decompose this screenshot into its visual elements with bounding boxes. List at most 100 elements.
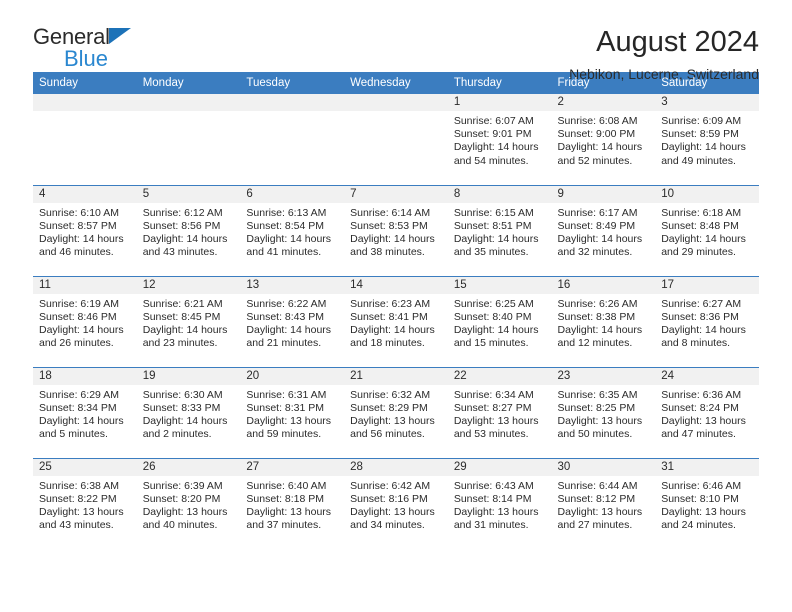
day-number: 23 [551, 367, 656, 385]
daylight-text-line2: and 49 minutes. [661, 154, 736, 167]
sunset-text: Sunset: 8:43 PM [246, 310, 325, 323]
sunset-text: Sunset: 8:36 PM [661, 310, 739, 323]
calendar-day-cell[interactable]: 18 Sunrise: 6:29 AM Sunset: 8:34 PM Dayligh… [33, 366, 137, 458]
sunset-text: Sunset: 8:46 PM [39, 310, 117, 323]
weekday-header-sunday: Sunday [33, 72, 137, 94]
calendar-day-cell[interactable]: 14 Sunrise: 6:23 AM Sunset: 8:41 PM Dayligh… [344, 275, 448, 367]
day-cell-content: 6 Sunrise: 6:13 AM Sunset: 8:54 PM Daylight… [240, 185, 345, 276]
calendar-day-cell[interactable]: 21 Sunrise: 6:32 AM Sunset: 8:29 PM Dayligh… [344, 366, 448, 458]
day-cell-content: 12 Sunrise: 6:21 AM Sunset: 8:45 PM Dayligh… [136, 276, 241, 367]
calendar-day-cell[interactable]: 6 Sunrise: 6:13 AM Sunset: 8:54 PM Daylight… [240, 184, 345, 276]
calendar-day-cell[interactable]: 19 Sunrise: 6:30 AM Sunset: 8:33 PM Dayligh… [136, 366, 241, 458]
calendar-day-cell[interactable]: 16 Sunrise: 6:26 AM Sunset: 8:38 PM Dayligh… [551, 275, 656, 367]
daylight-text-line2: and 59 minutes. [246, 428, 322, 441]
calendar-day-cell[interactable]: 12 Sunrise: 6:21 AM Sunset: 8:45 PM Dayligh… [136, 275, 241, 367]
calendar-day-cell[interactable]: 17 Sunrise: 6:27 AM Sunset: 8:36 PM Dayligh… [655, 275, 759, 367]
day-number [240, 94, 345, 111]
sun-info: Sunrise: 6:43 AM Sunset: 8:14 PM Daylight:… [448, 476, 552, 533]
calendar-day-cell[interactable]: 10 Sunrise: 6:18 AM Sunset: 8:48 PM Dayligh… [655, 184, 759, 276]
calendar-day-cell[interactable] [33, 94, 137, 185]
day-cell-content: 24 Sunrise: 6:36 AM Sunset: 8:24 PM Dayligh… [655, 367, 759, 458]
sunrise-text: Sunrise: 6:14 AM [350, 206, 431, 219]
daylight-text-line1: Daylight: 14 hours [661, 323, 746, 336]
day-number: 24 [655, 367, 759, 385]
calendar-day-cell[interactable]: 27 Sunrise: 6:40 AM Sunset: 8:18 PM Dayligh… [240, 457, 345, 549]
calendar-day-cell[interactable]: 25 Sunrise: 6:38 AM Sunset: 8:22 PM Dayligh… [33, 457, 137, 549]
calendar-day-cell[interactable] [344, 94, 448, 185]
sunset-text: Sunset: 8:14 PM [453, 492, 532, 505]
day-number: 7 [344, 185, 448, 203]
sun-info: Sunrise: 6:09 AM Sunset: 8:59 PM Daylight:… [655, 111, 759, 168]
day-cell-content: 16 Sunrise: 6:26 AM Sunset: 8:38 PM Dayligh… [551, 276, 656, 367]
calendar-day-cell[interactable]: 2 Sunrise: 6:08 AM Sunset: 9:00 PM Daylight… [551, 94, 656, 185]
day-cell-content: 18 Sunrise: 6:29 AM Sunset: 8:34 PM Dayligh… [33, 367, 137, 458]
calendar-day-cell[interactable]: 8 Sunrise: 6:15 AM Sunset: 8:51 PM Daylight… [447, 184, 552, 276]
daylight-text-line2: and 12 minutes. [557, 337, 633, 350]
sunrise-text: Sunrise: 6:18 AM [661, 206, 742, 219]
day-number: 5 [136, 185, 241, 203]
day-number [33, 94, 137, 111]
daylight-text-line1: Daylight: 14 hours [142, 323, 228, 336]
day-number: 16 [551, 276, 656, 294]
sun-info: Sunrise: 6:35 AM Sunset: 8:25 PM Daylight:… [552, 385, 656, 442]
calendar-day-cell[interactable]: 1 Sunrise: 6:07 AM Sunset: 9:01 PM Daylight… [447, 94, 552, 185]
day-cell-content: 26 Sunrise: 6:39 AM Sunset: 8:20 PM Dayligh… [136, 458, 241, 550]
day-number: 31 [655, 458, 759, 476]
daylight-text-line1: Daylight: 14 hours [246, 232, 332, 245]
sunset-text: Sunset: 8:56 PM [142, 219, 221, 232]
sunset-text: Sunset: 8:51 PM [453, 219, 532, 232]
calendar-day-cell[interactable]: 30 Sunrise: 6:44 AM Sunset: 8:12 PM Dayligh… [551, 457, 656, 549]
sunrise-text: Sunrise: 6:23 AM [350, 297, 431, 310]
sunset-text: Sunset: 8:45 PM [142, 310, 221, 323]
daylight-text-line2: and 54 minutes. [453, 154, 529, 167]
calendar-day-cell[interactable]: 20 Sunrise: 6:31 AM Sunset: 8:31 PM Dayligh… [240, 366, 345, 458]
sun-info: Sunrise: 6:38 AM Sunset: 8:22 PM Daylight:… [33, 476, 137, 533]
day-number: 28 [344, 458, 448, 476]
calendar-day-cell[interactable]: 23 Sunrise: 6:35 AM Sunset: 8:25 PM Dayligh… [551, 366, 656, 458]
calendar-day-cell[interactable] [136, 94, 241, 185]
daylight-text-line2: and 41 minutes. [246, 246, 322, 259]
day-cell-content: 22 Sunrise: 6:34 AM Sunset: 8:27 PM Dayligh… [447, 367, 552, 458]
sunrise-text: Sunrise: 6:46 AM [661, 479, 742, 492]
calendar-day-cell[interactable]: 7 Sunrise: 6:14 AM Sunset: 8:53 PM Daylight… [344, 184, 448, 276]
day-number: 27 [240, 458, 345, 476]
calendar-day-cell[interactable]: 3 Sunrise: 6:09 AM Sunset: 8:59 PM Daylight… [655, 94, 759, 185]
daylight-text-line1: Daylight: 14 hours [661, 232, 746, 245]
calendar-day-cell[interactable]: 4 Sunrise: 6:10 AM Sunset: 8:57 PM Daylight… [33, 184, 137, 276]
calendar-day-cell[interactable] [240, 94, 345, 185]
sun-info: Sunrise: 6:25 AM Sunset: 8:40 PM Daylight:… [448, 294, 552, 351]
generalblue-logo[interactable]: General Blue [33, 26, 163, 74]
calendar-day-cell[interactable]: 26 Sunrise: 6:39 AM Sunset: 8:20 PM Dayligh… [136, 457, 241, 550]
sun-info: Sunrise: 6:15 AM Sunset: 8:51 PM Daylight:… [448, 203, 552, 260]
calendar-day-cell[interactable]: 22 Sunrise: 6:34 AM Sunset: 8:27 PM Dayligh… [447, 366, 552, 458]
sunset-text: Sunset: 8:41 PM [350, 310, 428, 323]
daylight-text-line1: Daylight: 14 hours [39, 232, 124, 245]
calendar-day-cell[interactable]: 29 Sunrise: 6:43 AM Sunset: 8:14 PM Dayligh… [447, 457, 552, 549]
sunset-text: Sunset: 8:12 PM [557, 492, 636, 505]
day-number: 15 [447, 276, 552, 294]
daylight-text-line1: Daylight: 14 hours [661, 141, 746, 154]
sunset-text: Sunset: 8:49 PM [557, 219, 636, 232]
daylight-text-line1: Daylight: 14 hours [557, 323, 643, 336]
logo-triangle-icon [108, 28, 131, 44]
daylight-text-line1: Daylight: 13 hours [350, 505, 435, 518]
calendar-day-cell[interactable]: 24 Sunrise: 6:36 AM Sunset: 8:24 PM Dayligh… [655, 366, 759, 458]
calendar-day-cell[interactable]: 11 Sunrise: 6:19 AM Sunset: 8:46 PM Dayligh… [33, 275, 137, 367]
day-cell-content: 15 Sunrise: 6:25 AM Sunset: 8:40 PM Dayligh… [447, 276, 552, 367]
calendar-day-cell[interactable]: 28 Sunrise: 6:42 AM Sunset: 8:16 PM Dayligh… [344, 457, 448, 549]
title-block: August 2024 Nebikon, Lucerne, Switzerlan… [163, 26, 759, 84]
day-cell-content: 10 Sunrise: 6:18 AM Sunset: 8:48 PM Dayligh… [655, 185, 759, 276]
sunset-text: Sunset: 8:29 PM [350, 401, 428, 414]
calendar-day-cell[interactable]: 9 Sunrise: 6:17 AM Sunset: 8:49 PM Daylight… [551, 184, 656, 276]
daylight-text-line1: Daylight: 13 hours [453, 414, 539, 427]
calendar-day-cell[interactable]: 13 Sunrise: 6:22 AM Sunset: 8:43 PM Dayligh… [240, 275, 345, 367]
sunset-text: Sunset: 8:25 PM [557, 401, 636, 414]
calendar-day-cell[interactable]: 31 Sunrise: 6:46 AM Sunset: 8:10 PM Dayligh… [655, 457, 759, 549]
calendar-day-cell[interactable]: 15 Sunrise: 6:25 AM Sunset: 8:40 PM Dayligh… [447, 275, 552, 367]
sun-info: Sunrise: 6:32 AM Sunset: 8:29 PM Daylight:… [344, 385, 448, 442]
day-number: 22 [447, 367, 552, 385]
day-cell-content: 9 Sunrise: 6:17 AM Sunset: 8:49 PM Daylight… [551, 185, 656, 276]
sun-info: Sunrise: 6:26 AM Sunset: 8:38 PM Daylight:… [552, 294, 656, 351]
calendar-day-cell[interactable]: 5 Sunrise: 6:12 AM Sunset: 8:56 PM Daylight… [136, 184, 241, 276]
daylight-text-line2: and 21 minutes. [246, 337, 322, 350]
